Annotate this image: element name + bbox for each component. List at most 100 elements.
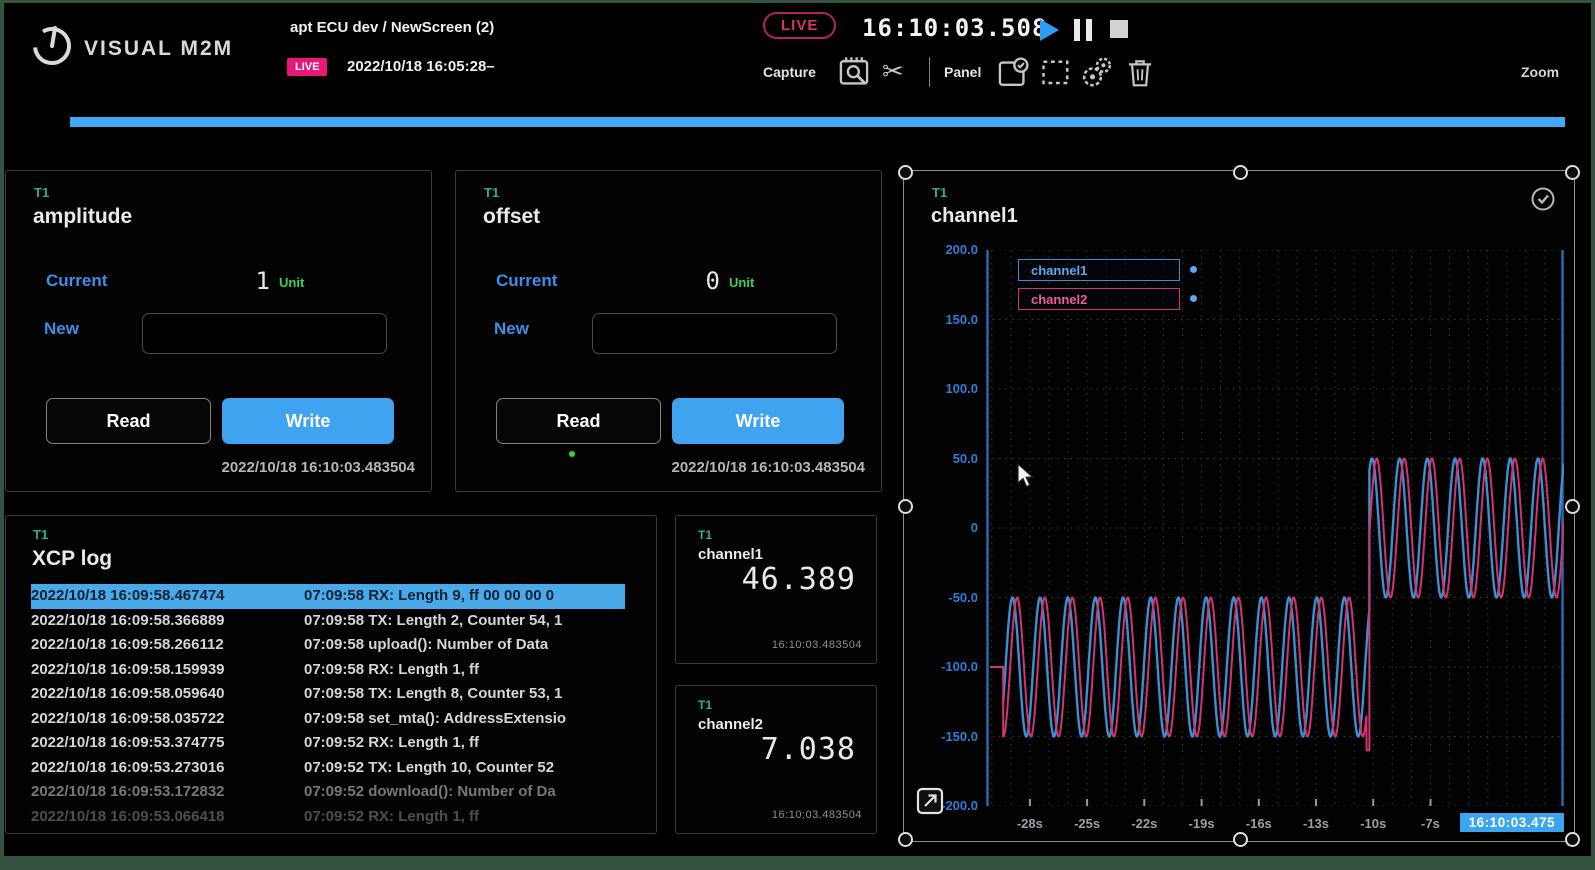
log-row[interactable]: 2022/10/18 16:09:58.15993907:09:58 RX: L… [31, 658, 625, 683]
legend-item-channel2[interactable]: channel2 [1018, 288, 1180, 310]
new-value-input[interactable] [592, 313, 837, 354]
x-tick-label: -25s [1074, 816, 1100, 831]
panel-title: offset [483, 205, 540, 229]
channel1-value: 46.389 [742, 562, 856, 597]
offset-panel: T1 offset Current 0 Unit New Read Write … [455, 170, 882, 492]
new-label: New [44, 319, 79, 339]
source-tag: T1 [698, 528, 712, 542]
legend-visibility-dot[interactable] [1190, 295, 1197, 302]
log-row[interactable]: 2022/10/18 16:09:58.46747407:09:58 RX: L… [31, 584, 625, 609]
current-time-badge: 16:10:03.475 [1460, 813, 1564, 832]
last-update-timestamp: 2022/10/18 16:10:03.483504 [671, 459, 865, 476]
delete-trash-icon[interactable] [1125, 57, 1155, 89]
y-tick-label: 50.0 [916, 451, 978, 466]
expand-panel-icon[interactable] [916, 787, 944, 815]
x-tick-label: -28s [1017, 816, 1043, 831]
log-row-time: 2022/10/18 16:09:58.467474 [31, 584, 304, 609]
capture-section-label: Capture [763, 64, 816, 80]
current-label: Current [46, 271, 107, 291]
channel2-value: 7.038 [761, 732, 856, 767]
write-button[interactable]: Write [222, 398, 394, 444]
channel1-value-panel: T1 channel1 46.389 16:10:03.483504 [675, 515, 877, 664]
x-tick-label: -7s [1421, 816, 1440, 831]
source-tag: T1 [34, 185, 49, 200]
last-update-timestamp: 2022/10/18 16:10:03.483504 [221, 459, 415, 476]
add-panel-icon[interactable] [997, 56, 1029, 90]
legend-visibility-dot[interactable] [1190, 266, 1197, 273]
settings-gears-icon[interactable] [1080, 55, 1114, 91]
log-row[interactable]: 2022/10/18 16:09:58.03572207:09:58 set_m… [31, 707, 625, 732]
current-time-clock: 16:10:03.508 [862, 14, 1047, 42]
log-row-message: 07:09:52 RX: Length 1, ff [304, 805, 625, 830]
resize-handle-mid-left[interactable] [898, 499, 913, 514]
log-row-time: 2022/10/18 16:09:53.066418 [31, 805, 304, 830]
log-row[interactable]: 2022/10/18 16:09:53.17283207:09:52 downl… [31, 780, 625, 805]
log-row[interactable]: 2022/10/18 16:09:58.36688907:09:58 TX: L… [31, 609, 625, 634]
amplitude-panel: T1 amplitude Current 1 Unit New Read Wri… [5, 170, 432, 492]
stop-button[interactable] [1110, 20, 1128, 38]
resize-handle-top-right[interactable] [1565, 165, 1580, 180]
y-tick-label: 0 [916, 520, 978, 535]
log-row-message: 07:09:58 RX: Length 9, ff 00 00 00 0 [304, 584, 625, 609]
visual-m2m-logo-icon [28, 20, 76, 68]
xcp-log-panel: T1 XCP log 2022/10/18 16:09:58.46747407:… [5, 515, 657, 834]
mouse-cursor [1016, 463, 1038, 489]
y-tick-label: 100.0 [916, 381, 978, 396]
log-row[interactable]: 2022/10/18 16:09:53.06641807:09:52 RX: L… [31, 805, 625, 830]
unit-label: Unit [279, 275, 304, 290]
legend-item-channel1[interactable]: channel1 [1018, 259, 1180, 281]
source-tag: T1 [484, 185, 499, 200]
resize-handle-bottom-right[interactable] [1565, 832, 1580, 847]
live-mode-pill[interactable]: LIVE [763, 12, 836, 39]
resize-handle-mid-right[interactable] [1565, 499, 1580, 514]
log-row-message: 07:09:58 set_mta(): AddressExtensio [304, 707, 625, 732]
pause-button[interactable] [1074, 19, 1096, 41]
log-row-time: 2022/10/18 16:09:58.035722 [31, 707, 304, 732]
current-value: 1 [186, 267, 271, 295]
y-tick-label: 150.0 [916, 312, 978, 327]
panel-title: channel1 [931, 205, 1018, 228]
log-row-time: 2022/10/18 16:09:53.172832 [31, 780, 304, 805]
x-tick-label: -22s [1131, 816, 1157, 831]
read-button[interactable]: Read [46, 398, 211, 444]
resize-handle-bottom-mid[interactable] [1233, 832, 1248, 847]
value-timestamp: 16:10:03.483504 [772, 809, 862, 821]
x-tick-label: -16s [1246, 816, 1272, 831]
log-row[interactable]: 2022/10/18 16:09:58.05964007:09:58 TX: L… [31, 682, 625, 707]
resize-handle-top-mid[interactable] [1233, 165, 1248, 180]
capture-search-icon[interactable] [838, 56, 870, 90]
check-circle-icon[interactable] [1530, 186, 1556, 212]
select-region-icon[interactable] [1041, 58, 1071, 88]
play-button[interactable] [1038, 18, 1060, 42]
y-tick-label: -100.0 [916, 659, 978, 674]
write-button[interactable]: Write [672, 398, 844, 444]
read-button[interactable]: Read [496, 398, 661, 444]
log-row-message: 07:09:58 TX: Length 2, Counter 54, 1 [304, 609, 625, 634]
toolbar-divider [929, 57, 930, 87]
x-tick-label: -10s [1360, 816, 1386, 831]
measurement-start-time: 2022/10/18 16:05:28– [347, 58, 495, 75]
live-badge: LIVE [287, 58, 327, 76]
panel-section-label: Panel [944, 64, 981, 80]
waveform-chart[interactable] [986, 250, 1564, 806]
resize-handle-bottom-left[interactable] [898, 832, 913, 847]
new-value-input[interactable] [142, 313, 387, 354]
panel-title: channel2 [698, 716, 763, 733]
log-row-message: 07:09:58 RX: Length 1, ff [304, 658, 625, 683]
cut-scissors-icon[interactable]: ✂ [882, 56, 904, 87]
log-row-time: 2022/10/18 16:09:53.273016 [31, 756, 304, 781]
log-row[interactable]: 2022/10/18 16:09:53.37477507:09:52 RX: L… [31, 731, 625, 756]
resize-handle-top-left[interactable] [898, 165, 913, 180]
status-dot [569, 451, 575, 457]
current-value: 0 [636, 267, 721, 295]
log-row[interactable]: 2022/10/18 16:09:53.27301607:09:52 TX: L… [31, 756, 625, 781]
logo-text: VISUAL M2M [84, 37, 233, 61]
log-row-message: 07:09:52 RX: Length 1, ff [304, 731, 625, 756]
zoom-section-label: Zoom [1521, 64, 1559, 80]
log-row[interactable]: 2022/10/18 16:09:58.26611207:09:58 uploa… [31, 633, 625, 658]
chart-panel[interactable]: T1 channel1 200.0150.0100.050.00-50.0-10… [903, 170, 1575, 842]
timeline-progress-bar[interactable] [70, 117, 1565, 127]
log-row-time: 2022/10/18 16:09:53.374775 [31, 731, 304, 756]
plot-area[interactable] [986, 250, 1564, 806]
log-row-message: 07:09:52 TX: Length 10, Counter 52 [304, 756, 625, 781]
